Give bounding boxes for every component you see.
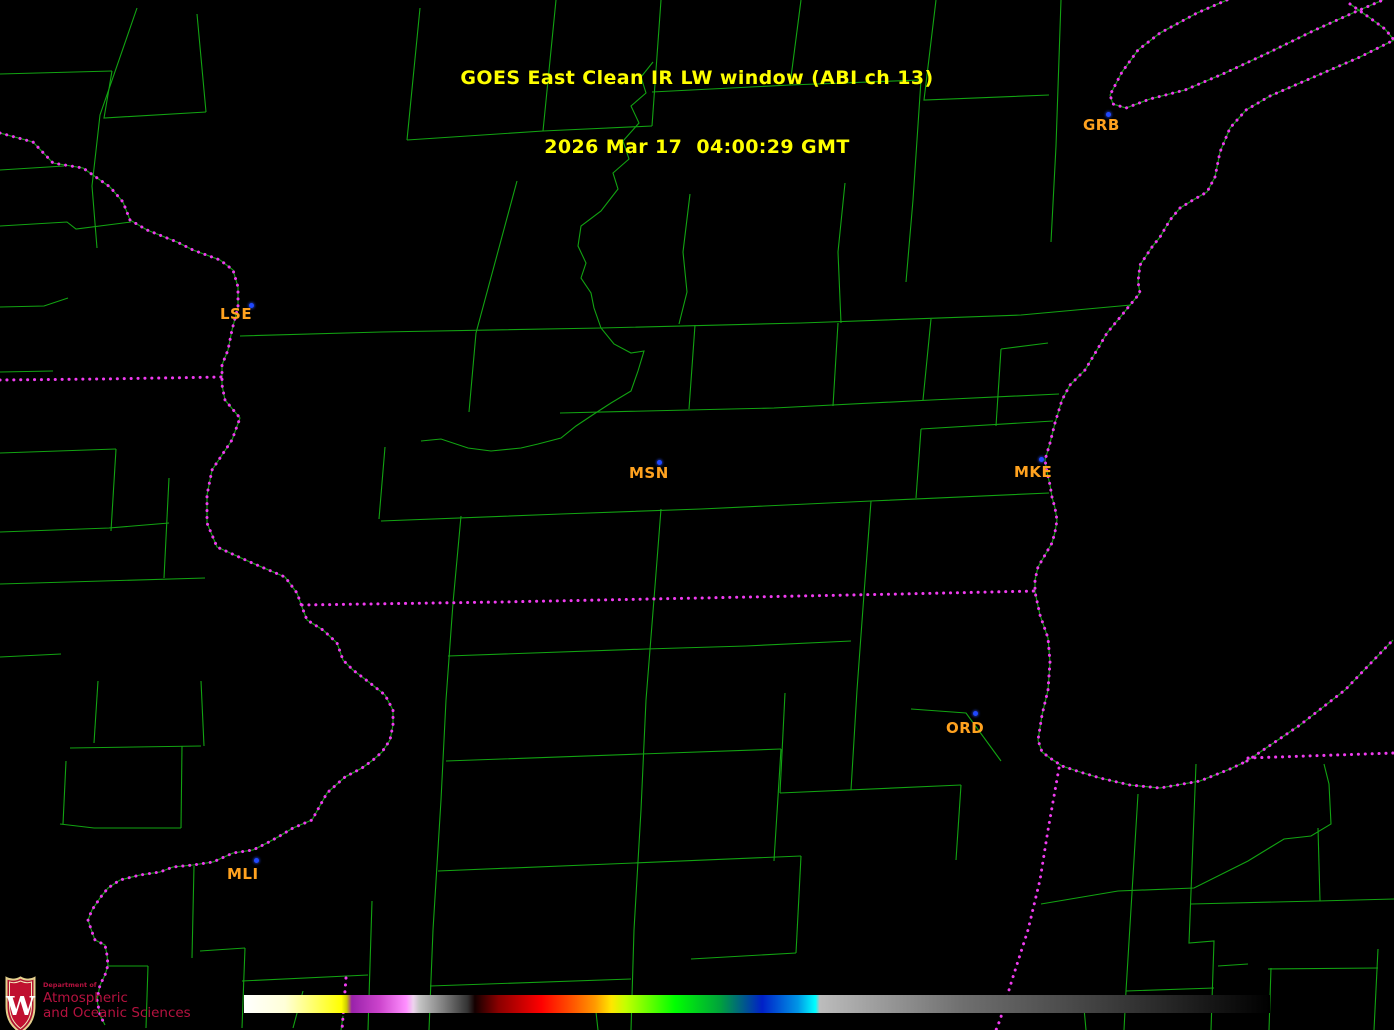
station-dot (1039, 457, 1044, 462)
station-label: ORD (946, 719, 984, 737)
uw-crest-icon: W (5, 976, 36, 1030)
station-dot (254, 858, 259, 863)
station-dot (973, 711, 978, 716)
logo-name-line1: Atmospheric (43, 992, 191, 1006)
station-label: LSE (220, 305, 252, 323)
title-line-2: 2026 Mar 17 04:00:29 GMT (0, 136, 1394, 159)
svg-text:W: W (5, 992, 36, 1022)
aos-logo-text: Department of Atmospheric and Oceanic Sc… (43, 976, 191, 1021)
satellite-image-viewport: GOES East Clean IR LW window (ABI ch 13)… (0, 0, 1394, 1030)
aos-logo: W Department of Atmospheric and Oceanic … (5, 976, 191, 1030)
station-label: MLI (227, 865, 259, 883)
station-label: MKE (1014, 463, 1052, 481)
image-title: GOES East Clean IR LW window (ABI ch 13)… (0, 21, 1394, 205)
title-line-1: GOES East Clean IR LW window (ABI ch 13) (0, 67, 1394, 90)
station-label: GRB (1083, 116, 1120, 134)
logo-name-line2: and Oceanic Sciences (43, 1007, 191, 1021)
logo-dept-label: Department of (43, 982, 191, 989)
station-label: MSN (629, 464, 669, 482)
ir-enhancement-colorbar (244, 995, 1270, 1013)
